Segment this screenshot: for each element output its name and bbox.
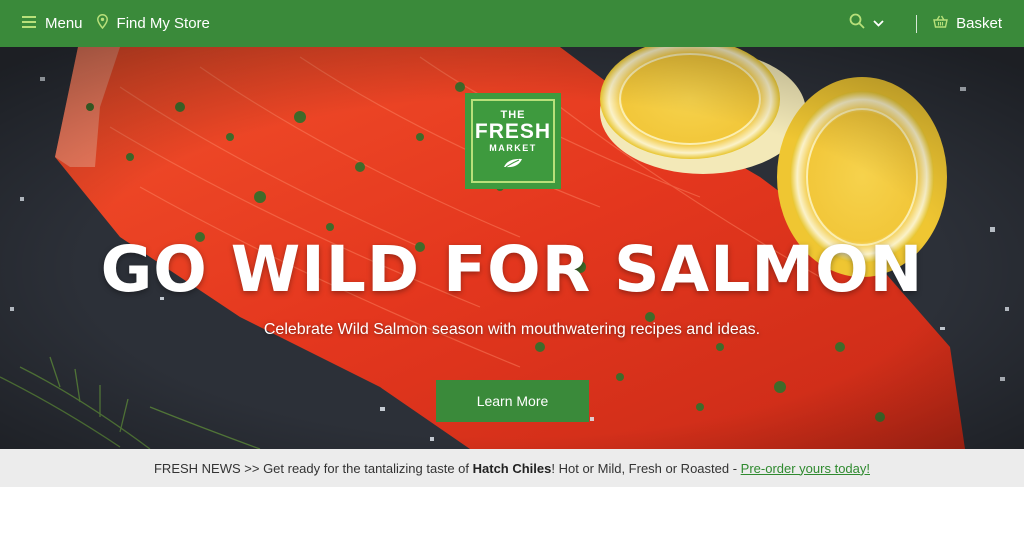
news-highlight: Hatch Chiles <box>472 460 552 476</box>
fresh-news-bar: FRESH NEWS >> Get ready for the tantaliz… <box>0 449 1024 487</box>
menu-button[interactable]: Menu <box>22 15 83 32</box>
top-nav: Menu Find My Store Basket <box>0 0 1024 47</box>
find-store-link[interactable]: Find My Store <box>96 14 210 33</box>
news-middle: ! Hot or Mild, Fresh or Roasted - <box>551 460 741 476</box>
find-store-label: Find My Store <box>116 15 210 32</box>
logo-line-fresh: FRESH <box>474 119 552 143</box>
nav-right: Basket <box>849 0 1024 47</box>
leaf-icon <box>502 156 524 174</box>
logo-frame: THE FRESH MARKET <box>471 99 555 183</box>
basket-label: Basket <box>956 15 1002 32</box>
search-toggle[interactable] <box>849 13 884 34</box>
chevron-down-icon <box>873 20 884 27</box>
nav-left: Menu Find My Store <box>0 0 210 47</box>
menu-label: Menu <box>45 15 83 32</box>
fresh-market-logo[interactable]: THE FRESH MARKET <box>465 93 561 189</box>
basket-button[interactable]: Basket <box>933 15 1002 32</box>
logo-line-the: THE <box>500 108 526 121</box>
hamburger-icon <box>22 15 36 32</box>
basket-icon <box>933 15 949 32</box>
nav-divider <box>916 14 918 33</box>
preorder-link[interactable]: Pre-order yours today! <box>741 461 870 476</box>
hero-banner: THE FRESH MARKET GO WILD FOR SALMON Cele… <box>0 47 1024 449</box>
learn-more-button[interactable]: Learn More <box>436 380 589 422</box>
hero-subtitle: Celebrate Wild Salmon season with mouthw… <box>263 321 761 338</box>
location-pin-icon <box>96 14 108 33</box>
search-icon <box>849 13 865 34</box>
hero-title: GO WILD FOR SALMON <box>100 233 924 306</box>
news-prefix: FRESH NEWS >> Get ready for the tantaliz… <box>153 460 473 476</box>
logo-line-market: MARKET <box>489 142 537 153</box>
